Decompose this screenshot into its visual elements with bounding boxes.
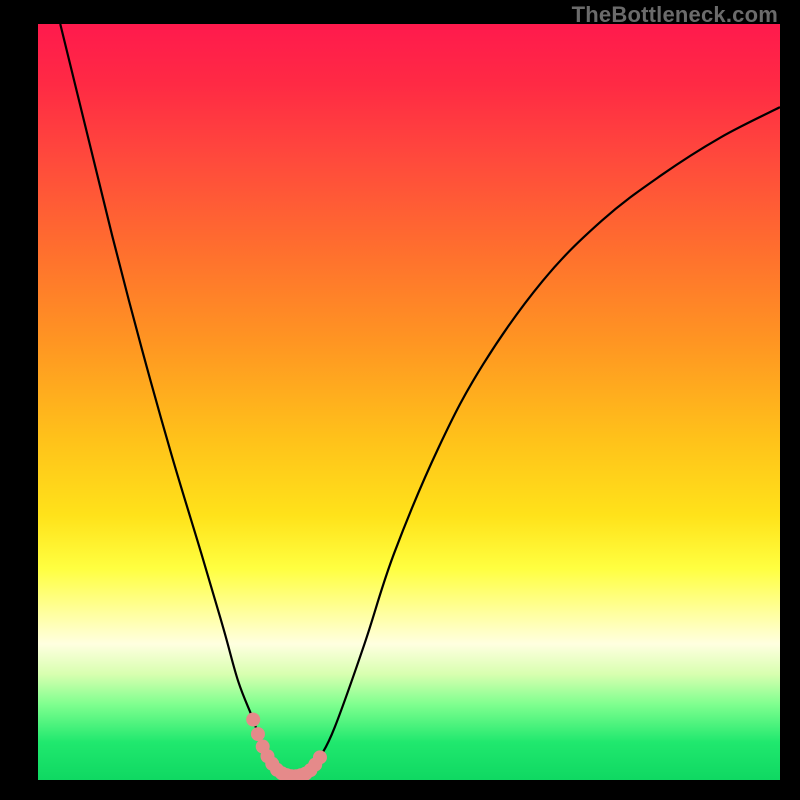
chart-stage: TheBottleneck.com <box>0 0 800 800</box>
chart-svg <box>38 24 780 780</box>
minimum-marker <box>313 750 327 764</box>
curve-line <box>60 24 780 777</box>
plot-area <box>38 24 780 780</box>
bottleneck-curve <box>60 24 780 777</box>
minimum-marker <box>246 713 260 727</box>
minimum-marker <box>251 727 265 741</box>
near-minimum-markers <box>246 713 327 780</box>
